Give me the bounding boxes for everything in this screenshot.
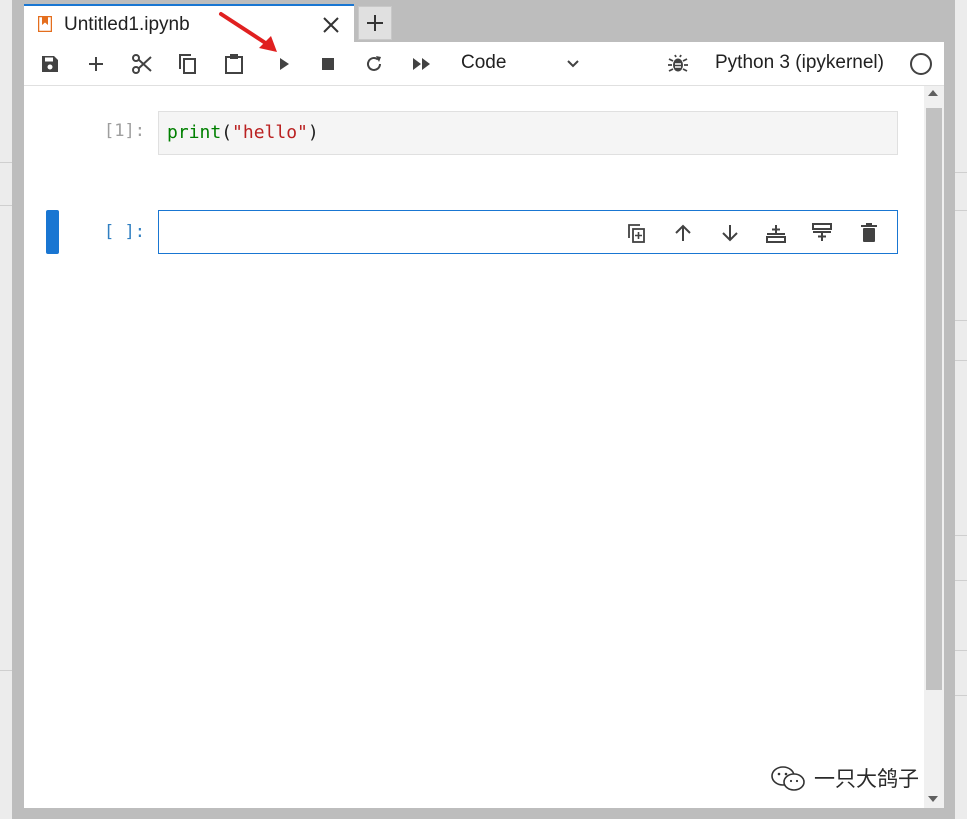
watermark-text: 一只大鸽子: [814, 767, 919, 791]
delete-icon: [861, 223, 877, 242]
run-all-button[interactable]: [408, 50, 436, 78]
run-all-icon: [413, 58, 430, 70]
notebook-content: [1]: print("hello") hello [ ]:: [24, 86, 924, 808]
close-icon[interactable]: [318, 12, 344, 38]
insert-above-button[interactable]: [808, 219, 836, 247]
stop-icon: [322, 58, 334, 70]
code-string: "hello": [232, 122, 308, 143]
move-up-button[interactable]: [669, 219, 697, 247]
bug-icon: [668, 54, 688, 72]
kernel-status-icon: [910, 53, 932, 75]
insert-below-icon: [766, 225, 786, 243]
save-button[interactable]: [36, 50, 64, 78]
cell-type-value: Code: [461, 52, 507, 73]
cell-1-editor[interactable]: print("hello"): [158, 111, 898, 155]
copy-icon: [179, 54, 196, 74]
notebook-icon: [37, 15, 53, 33]
move-up-icon: [675, 224, 691, 241]
scroll-up-arrow-icon[interactable]: [928, 90, 938, 96]
restart-button[interactable]: [360, 50, 388, 78]
save-icon: [42, 56, 58, 72]
code-function: print: [167, 122, 222, 143]
tab-notebook[interactable]: Untitled1.ipynb: [24, 4, 354, 42]
duplicate-cell-button[interactable]: [623, 219, 651, 247]
scroll-thumb[interactable]: [926, 108, 942, 690]
insert-below-button[interactable]: [762, 219, 790, 247]
active-cell-indicator[interactable]: [46, 210, 59, 254]
restart-icon: [367, 56, 381, 71]
watermark: 一只大鸽子: [768, 763, 919, 793]
cell-type-select[interactable]: Code: [461, 50, 583, 78]
plus-icon: [367, 15, 383, 31]
cell-1-prompt: [1]:: [104, 121, 145, 141]
debugger-button[interactable]: [664, 50, 692, 78]
kernel-name[interactable]: Python 3 (ipykernel): [715, 52, 884, 74]
insert-above-icon: [812, 223, 832, 241]
new-tab-button[interactable]: [358, 6, 392, 40]
delete-cell-button[interactable]: [855, 219, 883, 247]
move-down-button[interactable]: [716, 219, 744, 247]
code-paren-open: (: [221, 122, 233, 143]
chevron-down-icon: [563, 54, 583, 79]
stop-button[interactable]: [314, 50, 342, 78]
wechat-icon: [771, 766, 805, 791]
move-down-icon: [722, 225, 738, 242]
tab-title: Untitled1.ipynb: [64, 14, 190, 35]
notebook-panel: Code Python 3 (ipykernel) [1]: print("he…: [24, 42, 944, 808]
cut-icon: [132, 54, 152, 74]
duplicate-icon: [628, 224, 645, 243]
red-arrow-annotation: [219, 12, 277, 52]
tab-bar: Untitled1.ipynb: [24, 4, 944, 42]
copy-button[interactable]: [174, 50, 202, 78]
cut-button[interactable]: [128, 50, 156, 78]
scroll-down-arrow-icon[interactable]: [928, 796, 938, 802]
cell-2-prompt: [ ]:: [104, 222, 145, 242]
notebook-toolbar: Code Python 3 (ipykernel): [24, 42, 944, 86]
cell-toolbar: [623, 219, 887, 247]
code-paren-close: ): [307, 122, 319, 143]
vertical-scrollbar[interactable]: [924, 86, 944, 808]
cell-2-editor[interactable]: [158, 210, 898, 254]
add-cell-button[interactable]: [82, 50, 110, 78]
background-window-right: [955, 0, 967, 819]
add-cell-icon: [89, 57, 103, 71]
background-window-left: [0, 0, 12, 819]
